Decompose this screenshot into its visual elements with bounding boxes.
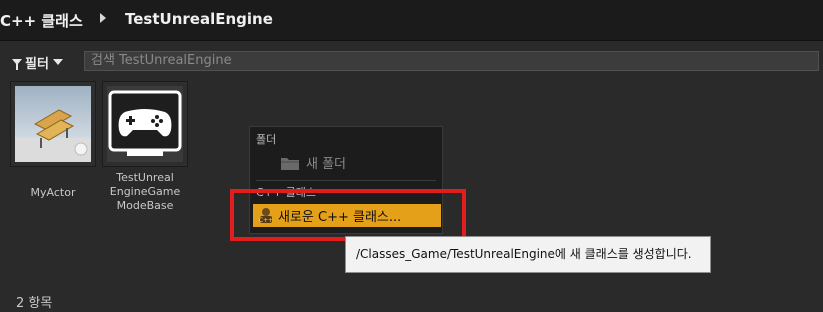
menu-item-new-cpp-class[interactable]: C++ 새로운 C++ 클래스... [253,204,441,227]
menu-item-new-cpp-class-label: 새로운 C++ 클래스... [278,210,402,225]
filter-button[interactable]: 필터 [12,51,63,73]
breadcrumb-current[interactable]: TestUnrealEngine [125,10,273,28]
filter-icon [12,59,22,70]
folder-icon [281,157,299,170]
filter-label: 필터 [25,56,49,72]
gamepad-thumbnail [107,86,183,162]
asset-label-line: EngineGame [109,185,181,198]
tooltip: /Classes_Game/TestUnrealEngine에 새 클래스를 생… [345,236,711,273]
asset-tile-myactor[interactable] [11,82,95,166]
cpp-class-icon: C++ [259,208,273,224]
menu-divider [256,180,436,181]
menu-item-new-folder: 새 폴더 [280,153,346,172]
asset-label-myactor: MyActor [30,186,76,199]
actor-bench-thumbnail [15,86,91,162]
item-count: 2 항목 [16,296,53,311]
svg-text:C++: C++ [259,217,273,224]
asset-label-gamemodebase: TestUnreal EngineGame ModeBase [99,171,191,213]
menu-section-folder: 폴더 [256,133,277,146]
search-input[interactable]: 검색 TestUnrealEngine [84,51,819,71]
asset-label-line: ModeBase [116,199,174,212]
asset-label-line: TestUnreal [116,171,174,184]
asset-tile-gamemodebase[interactable] [103,82,187,166]
menu-item-new-folder-label: 새 폴더 [306,157,347,172]
breadcrumb-arrow-icon[interactable] [100,13,106,23]
breadcrumb-root[interactable]: C++ 클래스 [0,10,83,31]
header-bar: C++ 클래스 TestUnrealEngine [0,0,823,41]
chevron-down-icon [52,59,63,65]
menu-section-cpp: C++ 클래스 [256,186,316,199]
context-menu: 폴더 새 폴더 C++ 클래스 C++ 새로운 C++ 클래스... [249,126,443,234]
